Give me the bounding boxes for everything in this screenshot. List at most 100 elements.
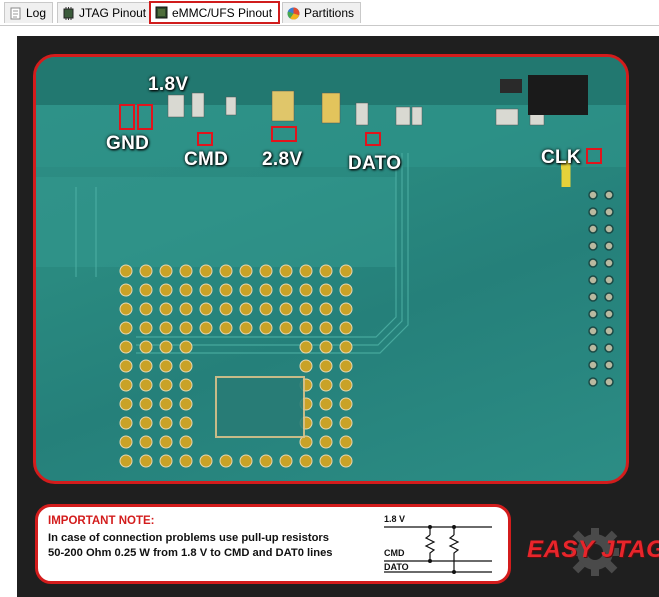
bga-pad [219, 302, 233, 316]
via [588, 190, 598, 200]
via [604, 309, 614, 319]
bga-pad [139, 340, 153, 354]
bga-pad [139, 264, 153, 278]
important-note: IMPORTANT NOTE: In case of connection pr… [35, 504, 511, 584]
label-cmd: CMD [184, 149, 229, 170]
bga-pad [119, 454, 133, 468]
bga-pad [119, 416, 133, 430]
bga-pad [259, 321, 273, 335]
bga-pad [299, 264, 313, 278]
bga-pad [179, 302, 193, 316]
bga-pad [139, 397, 153, 411]
bga-pad [139, 435, 153, 449]
bga-pad [259, 302, 273, 316]
via [588, 207, 598, 217]
bga-pad [179, 321, 193, 335]
via [588, 241, 598, 251]
bga-pad [339, 435, 353, 449]
bga-pad [339, 283, 353, 297]
bga-pad [119, 283, 133, 297]
bga-pad [119, 397, 133, 411]
brand-text: EASY JTAG [527, 536, 659, 563]
bga-pad [219, 264, 233, 278]
schematic-dat0-label: DATO [384, 562, 409, 572]
bga-pad [159, 378, 173, 392]
bga-pad [299, 359, 313, 373]
bga-pad [119, 359, 133, 373]
label-clk: CLK [541, 147, 581, 168]
bga-pad [219, 283, 233, 297]
bga-pad [299, 283, 313, 297]
bga-pad [159, 359, 173, 373]
bga-pad [179, 283, 193, 297]
bga-pad [319, 283, 333, 297]
bga-pad [319, 321, 333, 335]
bga-pad [239, 454, 253, 468]
tab-partitions-label: Partitions [304, 6, 355, 20]
bga-pad [299, 321, 313, 335]
label-gnd: GND [106, 133, 150, 154]
bga-pad [279, 264, 293, 278]
bga-pad [299, 340, 313, 354]
pinout-panel: 1.8V GND CMD 2.8V DATO CLK IMPORTANT NOT… [17, 36, 659, 597]
via [588, 292, 598, 302]
bga-pad [319, 378, 333, 392]
via [588, 258, 598, 268]
bga-pad [179, 340, 193, 354]
bga-pad [339, 264, 353, 278]
bga-pad [319, 416, 333, 430]
pinout-content: 1.8V GND CMD 2.8V DATO CLK IMPORTANT NOT… [0, 26, 659, 597]
board-graphic [36, 57, 626, 468]
via [604, 190, 614, 200]
bga-pad [139, 302, 153, 316]
via [588, 326, 598, 336]
bga-pad [179, 416, 193, 430]
bga-pad [159, 397, 173, 411]
easy-jtag-logo: EASY JTAG [521, 526, 659, 576]
tab-log[interactable]: Log [4, 2, 54, 23]
bga-pad [339, 454, 353, 468]
bga-pad [199, 321, 213, 335]
partitions-pie-icon [287, 7, 300, 20]
tab-emmc-ufs-pinout[interactable]: eMMC/UFS Pinout [149, 1, 281, 24]
bga-pad [139, 454, 153, 468]
via [588, 275, 598, 285]
bga-pad [279, 321, 293, 335]
via [604, 258, 614, 268]
note-line-1: In case of connection problems use pull-… [48, 532, 329, 544]
bga-pad [319, 340, 333, 354]
bga-pad [159, 264, 173, 278]
bga-pad [299, 302, 313, 316]
tab-log-label: Log [26, 6, 47, 20]
tab-jtag-pinout[interactable]: JTAG Pinout [57, 2, 154, 23]
bga-pad [159, 302, 173, 316]
bga-pad [339, 359, 353, 373]
bga-pad [339, 397, 353, 411]
bga-pad [119, 378, 133, 392]
log-icon [9, 7, 22, 20]
bga-pad [319, 264, 333, 278]
bga-pad [299, 454, 313, 468]
bga-pad [119, 321, 133, 335]
tab-bar: Log JTAG Pinout eMMC/UFS Pinout Partitio… [0, 0, 659, 26]
bga-pad [219, 321, 233, 335]
jtag-chip-icon [62, 6, 75, 20]
bga-pad [159, 340, 173, 354]
bga-pad [159, 435, 173, 449]
label-dat0: DATO [348, 153, 402, 174]
bga-pad [259, 283, 273, 297]
bga-pad [159, 283, 173, 297]
bga-pad [199, 283, 213, 297]
bga-pad [259, 264, 273, 278]
bga-pad [179, 264, 193, 278]
tab-partitions[interactable]: Partitions [282, 2, 362, 23]
bga-pad [179, 359, 193, 373]
via [604, 275, 614, 285]
bga-pad [119, 302, 133, 316]
bga-pad [139, 283, 153, 297]
bga-pad [199, 302, 213, 316]
bga-pad [179, 435, 193, 449]
bga-pad [179, 397, 193, 411]
via [604, 292, 614, 302]
via [604, 241, 614, 251]
